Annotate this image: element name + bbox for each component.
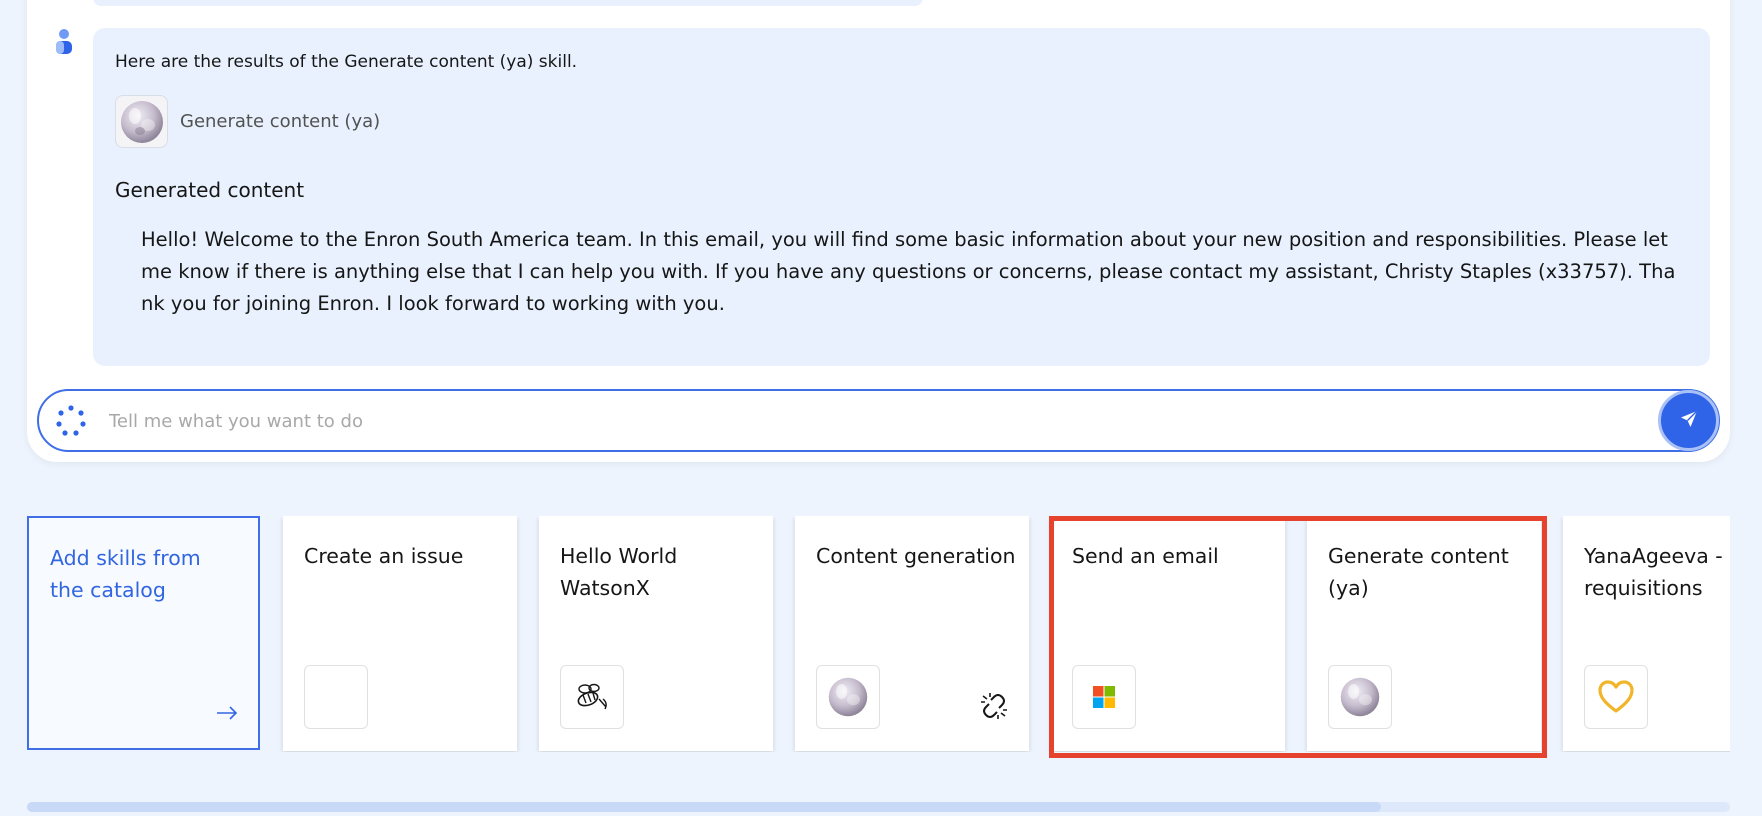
skill-card-get-job-requisitions[interactable]: YanaAgeeva - Get job requisitions xyxy=(1563,516,1730,751)
scrollbar-thumb[interactable] xyxy=(27,802,1381,812)
chat-input[interactable] xyxy=(109,405,1559,437)
add-skills-card[interactable]: Add skills from the catalog xyxy=(27,516,260,750)
skill-card-create-issue[interactable]: Create an issue xyxy=(283,516,517,751)
assistant-avatar-icon xyxy=(48,26,80,58)
add-skills-label: Add skills from the catalog xyxy=(50,546,201,602)
microsoft-icon xyxy=(1072,665,1136,729)
arrow-right-icon xyxy=(216,705,238,724)
assistant-message: Here are the results of the Generate con… xyxy=(93,28,1710,366)
generated-content-heading: Generated content xyxy=(115,178,305,202)
heart-icon xyxy=(1584,665,1648,729)
loading-spinner-icon xyxy=(54,404,88,438)
skill-reference-label: Generate content (ya) xyxy=(180,111,381,132)
skill-reference: Generate content (ya) xyxy=(115,95,380,148)
skill-card-title: Create an issue xyxy=(304,544,464,568)
generated-content-text: Hello! Welcome to the Enron South Americ… xyxy=(141,228,1676,315)
skills-carousel: Add skills from the catalog Create an is… xyxy=(27,516,1730,752)
skill-card-title: Generate content (ya) xyxy=(1328,544,1509,600)
blank-icon xyxy=(304,665,368,729)
assistant-intro-text: Here are the results of the Generate con… xyxy=(115,52,578,72)
chat-input-bar xyxy=(37,389,1720,452)
skill-card-title: Hello World WatsonX xyxy=(560,544,678,600)
skill-card-generate-content-ya[interactable]: Generate content (ya) xyxy=(1307,516,1541,751)
pearl-icon xyxy=(1328,665,1392,729)
skill-card-title: Send an email xyxy=(1072,544,1219,568)
send-button[interactable] xyxy=(1658,390,1719,451)
skill-card-send-email[interactable]: Send an email xyxy=(1051,516,1285,751)
carousel-scrollbar[interactable] xyxy=(27,802,1730,812)
skill-card-title: YanaAgeeva - Get job requisitions xyxy=(1584,544,1730,600)
skill-card-hello-world-watsonx[interactable]: Hello World WatsonX xyxy=(539,516,773,751)
previous-message-bubble xyxy=(93,0,923,6)
pearl-icon xyxy=(816,665,880,729)
skill-card-content-generation[interactable]: Content generation xyxy=(795,516,1029,751)
skill-card-title: Content generation xyxy=(816,544,1016,568)
bee-icon xyxy=(560,665,624,729)
send-icon xyxy=(1679,409,1699,433)
unlink-icon xyxy=(979,691,1009,725)
pearl-icon xyxy=(115,95,168,148)
